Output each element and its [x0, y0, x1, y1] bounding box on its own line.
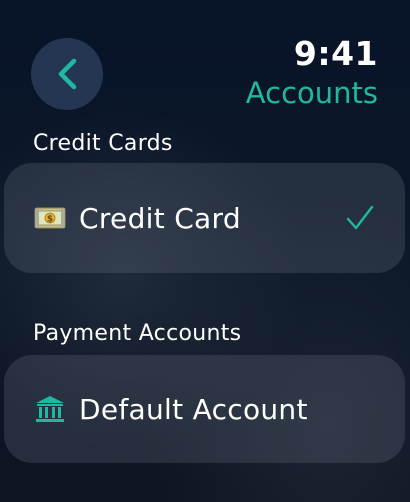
- checkmark-icon: [345, 203, 375, 233]
- money-icon: $: [34, 205, 66, 231]
- back-button[interactable]: [31, 38, 103, 110]
- list-item-label: Default Account: [79, 392, 308, 426]
- clock: 9:41: [293, 34, 378, 73]
- section-header-payment-accounts: Payment Accounts: [33, 321, 242, 346]
- chevron-left-icon: [55, 57, 79, 91]
- page-title: Accounts: [245, 76, 378, 110]
- svg-text:$: $: [47, 215, 53, 225]
- list-item-credit-card[interactable]: $ Credit Card: [4, 163, 405, 273]
- list-item-label: Credit Card: [79, 201, 241, 235]
- bank-icon: [34, 396, 66, 422]
- section-header-credit-cards: Credit Cards: [33, 131, 173, 156]
- list-item-default-account[interactable]: Default Account: [4, 355, 405, 463]
